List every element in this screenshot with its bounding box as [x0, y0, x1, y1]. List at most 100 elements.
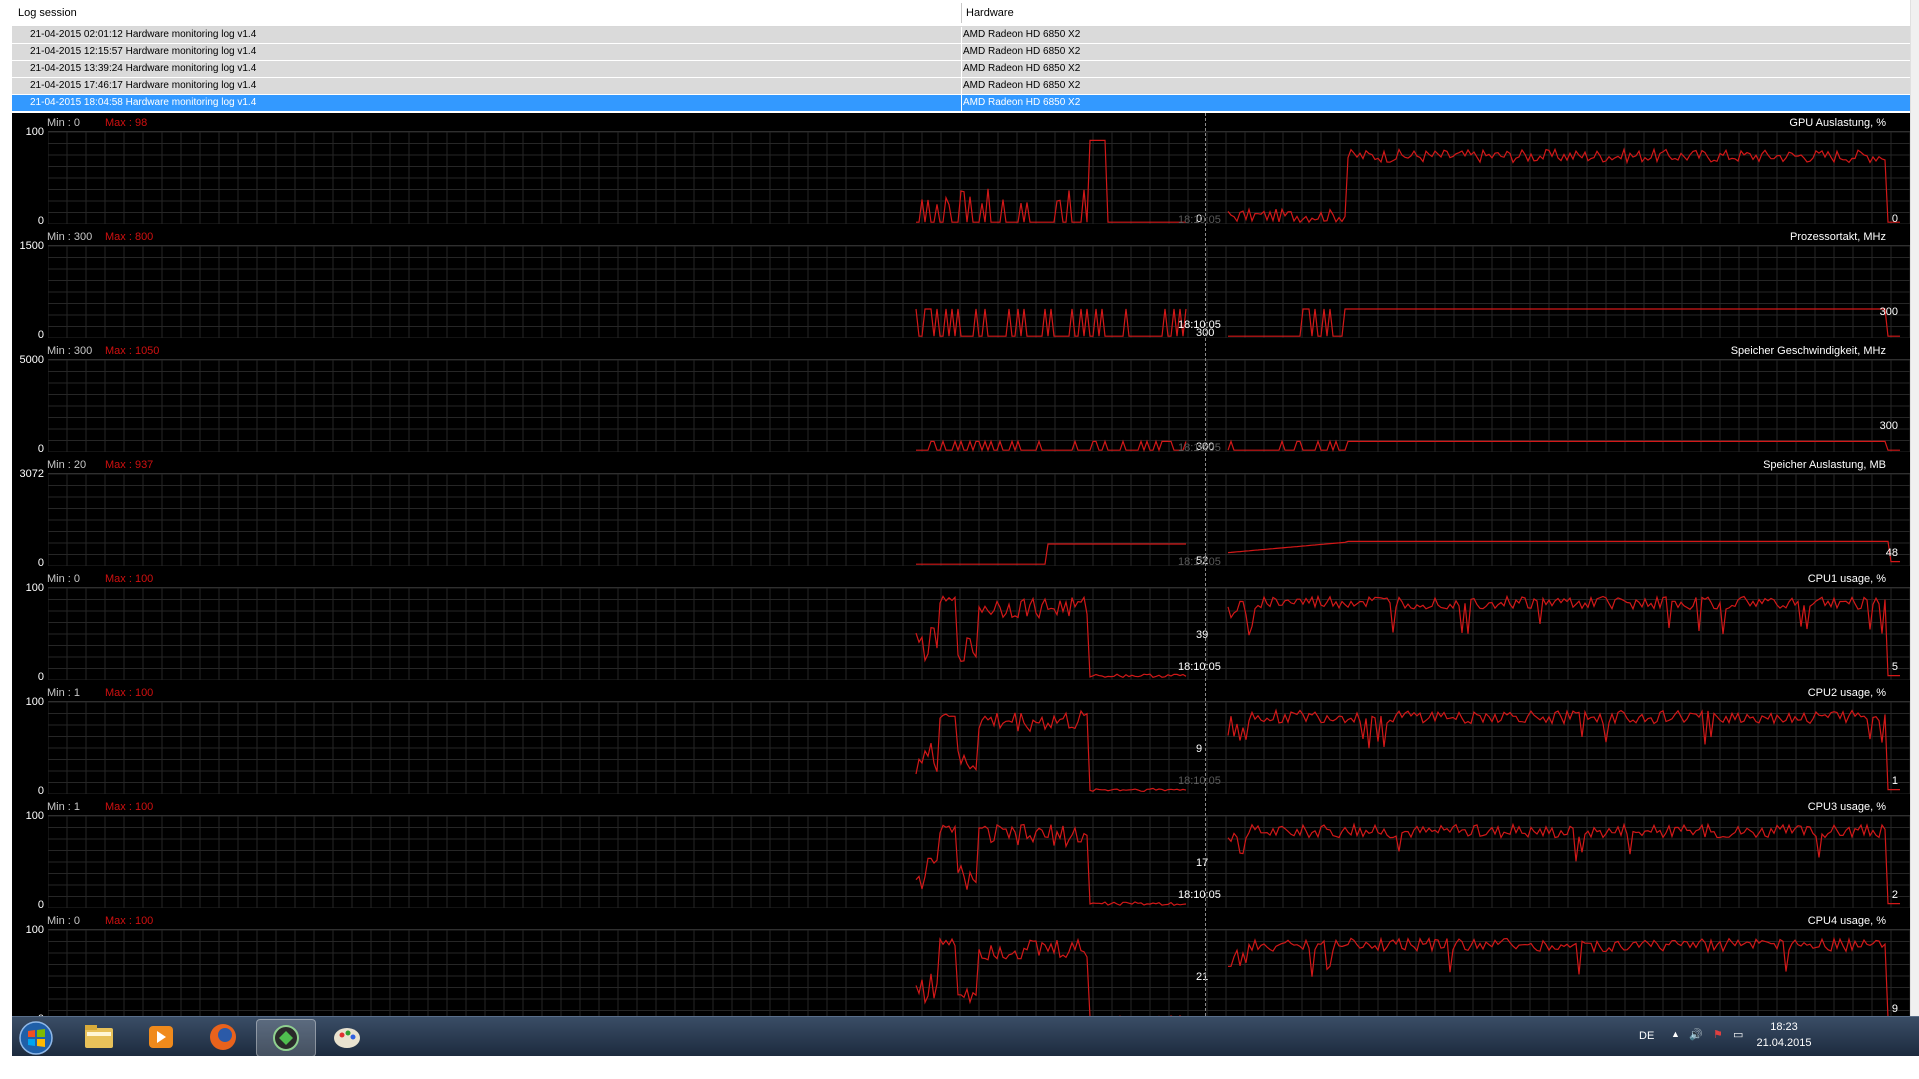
- graph-panel[interactable]: Min : 1 Max : 100 CPU2 usage, % 100 0 9 1 18:10…: [12, 683, 1910, 797]
- list-header: Log session Hardware: [12, 0, 1910, 27]
- cursor-timestamp: 18:10:05: [1178, 661, 1221, 673]
- language-indicator[interactable]: DE: [1639, 1030, 1654, 1042]
- graph-min-label: Min : 1: [47, 801, 81, 813]
- trace-segment: [915, 937, 1181, 1016]
- log-session-name: 21-04-2015 18:04:58 Hardware monitoring …: [30, 97, 257, 108]
- graph-plot-area[interactable]: [48, 131, 1910, 224]
- column-header-log-session[interactable]: Log session: [18, 7, 77, 19]
- log-session-name: 21-04-2015 13:39:24 Hardware monitoring …: [30, 63, 257, 74]
- graph-trace: [915, 936, 1889, 1016]
- graph-panel[interactable]: Min : 0 Max : 98 GPU Auslastung, % 100 0 0 0 18…: [12, 113, 1910, 227]
- graph-y-min: 0: [37, 329, 44, 341]
- graph-panel[interactable]: Min : 300 Max : 1050 Speicher Geschwindigk…: [12, 341, 1910, 455]
- graph-trace: [916, 439, 1900, 453]
- afterburner-icon[interactable]: [256, 1019, 316, 1057]
- trace-segment: [1227, 439, 1900, 453]
- column-separator[interactable]: [961, 3, 962, 23]
- graph-min-label: Min : 300: [47, 231, 93, 243]
- graph-panel[interactable]: Min : 1 Max : 100 CPU3 usage, % 100 0 17 2 18:1…: [12, 797, 1910, 911]
- graph-y-max: 100: [25, 810, 44, 822]
- graph-title: CPU2 usage, %: [1807, 687, 1886, 699]
- graph-panel[interactable]: Min : 0Max : 100CPU4 usage, %1000219: [12, 911, 1910, 1016]
- graph-panel[interactable]: Min : 300 Max : 800 Prozessortakt, MHz 1500…: [12, 227, 1910, 341]
- graph-min-label: Min : 300: [47, 345, 93, 357]
- trace-segment: [916, 543, 1186, 565]
- current-value: 300: [1879, 306, 1898, 318]
- graph-plot-area[interactable]: [48, 929, 1910, 1016]
- graph-trace: [915, 594, 1900, 678]
- log-session-list[interactable]: Log session Hardware 21-04-2015 02:01:12…: [12, 0, 1910, 112]
- media-player-icon[interactable]: [132, 1019, 190, 1055]
- graph-min-label: Min : 1: [47, 687, 81, 699]
- trace-segment: [1227, 936, 1889, 1016]
- graph-trace: [915, 308, 1900, 337]
- row-separator: [961, 95, 962, 111]
- monitoring-graphs: Min : 0 Max : 98 GPU Auslastung, % 100 0 0 0 18…: [12, 113, 1910, 1016]
- current-value: 48: [1885, 547, 1898, 559]
- desktop-background: [12, 1056, 1919, 1079]
- graph-plot-area[interactable]: [48, 815, 1910, 908]
- graph-plot-area[interactable]: [48, 587, 1910, 680]
- cursor-timestamp: 18:10:05: [1178, 442, 1221, 454]
- graph-max-label: Max : 800: [105, 231, 154, 243]
- row-separator: [961, 27, 962, 43]
- graph-y-min: 0: [37, 557, 44, 569]
- trace-segment: [915, 308, 1187, 337]
- current-value: 9: [1891, 1003, 1898, 1015]
- clock-time[interactable]: 18:23: [1754, 1021, 1814, 1033]
- graph-min-label: Min : 0: [47, 117, 81, 129]
- graph-min-label: Min : 20: [47, 459, 87, 471]
- graph-y-max: 100: [25, 126, 44, 138]
- explorer-folder-icon[interactable]: [70, 1019, 128, 1055]
- firefox-icon[interactable]: [194, 1019, 252, 1055]
- graph-max-label: Max : 937: [105, 459, 154, 471]
- windows-start-icon[interactable]: [16, 1019, 58, 1055]
- graph-max-label: Max : 1050: [105, 345, 160, 357]
- volume-icon[interactable]: 🔊: [1689, 1028, 1703, 1041]
- vertical-scrollbar[interactable]: [1910, 0, 1919, 1016]
- show-hidden-icons-icon[interactable]: ▲: [1671, 1029, 1680, 1039]
- graph-plot-area[interactable]: [48, 473, 1910, 566]
- graph-y-min: 0: [37, 899, 44, 911]
- log-session-row[interactable]: 21-04-2015 02:01:12 Hardware monitoring …: [12, 27, 1910, 44]
- network-icon[interactable]: ▭: [1733, 1028, 1743, 1041]
- graph-trace: [916, 139, 1900, 224]
- current-value: 0: [1891, 213, 1898, 225]
- windows-taskbar: DE ▲ 🔊 ⚑ ▭ 18:23 21.04.2015: [12, 1016, 1919, 1057]
- graph-min-label: Min : 0: [47, 573, 81, 585]
- log-session-name: 21-04-2015 12:15:57 Hardware monitoring …: [30, 46, 257, 57]
- paint-icon[interactable]: [318, 1019, 376, 1055]
- hardware-name: AMD Radeon HD 6850 X2: [963, 63, 1081, 74]
- cursor-timestamp: 18:10:05: [1178, 214, 1221, 226]
- graph-panel[interactable]: Min : 0 Max : 100 CPU1 usage, % 100 0 39 5 18:1…: [12, 569, 1910, 683]
- trace-segment: [1228, 308, 1900, 337]
- graph-max-label: Max : 100: [105, 687, 154, 699]
- row-separator: [961, 44, 962, 60]
- graph-trace: [916, 540, 1900, 565]
- column-header-hardware[interactable]: Hardware: [966, 7, 1014, 19]
- log-session-row[interactable]: 21-04-2015 18:04:58 Hardware monitoring …: [12, 95, 1910, 112]
- graph-title: Speicher Auslastung, MB: [1763, 459, 1886, 471]
- hardware-name: AMD Radeon HD 6850 X2: [963, 46, 1081, 57]
- action-center-flag-icon[interactable]: ⚑: [1713, 1028, 1723, 1041]
- graph-trace: [915, 708, 1900, 793]
- log-session-row[interactable]: 21-04-2015 17:46:17 Hardware monitoring …: [12, 78, 1910, 95]
- graph-plot-area[interactable]: [48, 359, 1910, 453]
- cursor-value: 39: [1196, 629, 1209, 641]
- hardware-name: AMD Radeon HD 6850 X2: [963, 29, 1081, 40]
- time-cursor-line[interactable]: [1205, 113, 1206, 1016]
- graph-y-max: 3072: [19, 468, 44, 480]
- hardware-name: AMD Radeon HD 6850 X2: [963, 97, 1081, 108]
- log-session-row[interactable]: 21-04-2015 12:15:57 Hardware monitoring …: [12, 44, 1910, 61]
- cursor-timestamp: 18:10:05: [1178, 319, 1221, 331]
- cursor-value: 17: [1196, 857, 1209, 869]
- graph-plot-area[interactable]: [48, 245, 1910, 338]
- log-session-row[interactable]: 21-04-2015 13:39:24 Hardware monitoring …: [12, 61, 1910, 78]
- clock-date[interactable]: 21.04.2015: [1754, 1037, 1814, 1049]
- trace-segment: [916, 439, 1187, 453]
- graph-plot-area[interactable]: [48, 701, 1910, 794]
- system-tray: DE ▲ 🔊 ⚑ ▭ 18:23 21.04.2015: [1619, 1017, 1919, 1057]
- trace-segment: [1227, 540, 1900, 563]
- graph-panel[interactable]: Min : 20 Max : 937 Speicher Auslastung, MB…: [12, 455, 1910, 569]
- graph-title: CPU3 usage, %: [1807, 801, 1886, 813]
